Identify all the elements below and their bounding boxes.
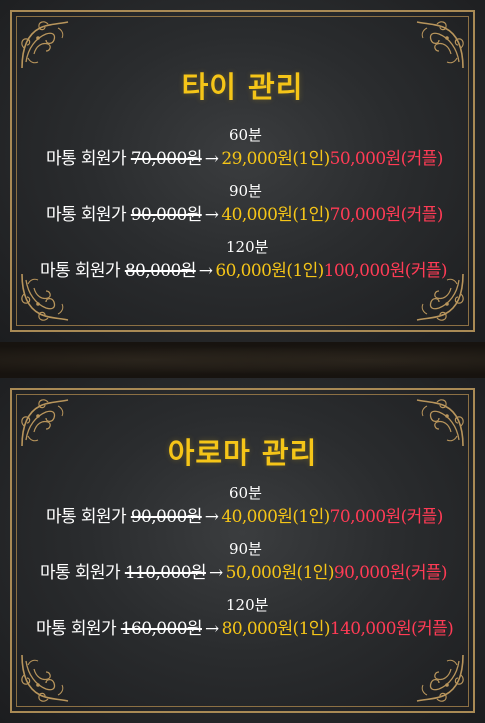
single-price: 29,000원(1인): [221, 149, 330, 169]
arrow-icon: →: [204, 205, 219, 225]
arrow-icon: →: [204, 619, 219, 639]
original-price: 160,000원: [120, 619, 203, 639]
arrow-icon: →: [204, 507, 219, 527]
single-price: 60,000원(1인): [215, 261, 324, 281]
duration-label: 120분: [226, 596, 269, 614]
member-price-label: 마통 회원가: [36, 619, 121, 639]
single-price: 40,000원(1인): [221, 205, 330, 225]
duration-label: 60분: [229, 126, 262, 144]
price-row: 60분 마통 회원가 70,000원 → 29,000원(1인)50,000원(커플…: [0, 124, 485, 174]
couple-price: 100,000원(커플): [323, 261, 448, 281]
member-price-label: 마통 회원가: [40, 563, 125, 583]
single-price: 80,000원(1인): [221, 619, 331, 639]
price-row: 90분 마통 회원가 90,000원 → 40,000원(1인)70,000원(커플…: [0, 180, 485, 230]
duration-label: 90분: [229, 540, 262, 558]
panel-divider: [0, 342, 485, 378]
member-price-label: 마통 회원가: [46, 149, 131, 169]
original-price: 70,000원: [130, 149, 203, 169]
single-price: 40,000원(1인): [221, 507, 330, 527]
price-row: 120분 마통 회원가 80,000원 → 60,000원(1인)100,000원(…: [0, 236, 485, 286]
price-row: 90분 마통 회원가 110,000원 → 50,000원(1인)90,000원(커…: [0, 538, 485, 588]
duration-label: 90분: [229, 182, 262, 200]
arrow-icon: →: [208, 563, 223, 583]
arrow-icon: →: [198, 261, 213, 281]
member-price-label: 마통 회원가: [46, 205, 131, 225]
original-price: 90,000원: [130, 205, 203, 225]
couple-price: 90,000원(커플): [333, 563, 448, 583]
single-price: 50,000원(1인): [225, 563, 335, 583]
corner-ornament-icon: [413, 651, 467, 705]
panel-title: 타이 관리: [181, 70, 304, 104]
thai-massage-panel: 타이 관리 60분 마통 회원가 70,000원 → 29,000원(1인)50,0…: [0, 0, 485, 342]
price-row: 60분 마통 회원가 90,000원 → 40,000원(1인)70,000원(커플…: [0, 482, 485, 532]
arrow-icon: →: [204, 149, 219, 169]
couple-price: 70,000원(커플): [329, 507, 444, 527]
corner-ornament-icon: [18, 651, 72, 705]
duration-label: 60분: [229, 484, 262, 502]
couple-price: 50,000원(커플): [329, 149, 444, 169]
member-price-label: 마통 회원가: [40, 261, 125, 281]
couple-price: 140,000원(커플): [329, 619, 454, 639]
original-price: 80,000원: [124, 261, 197, 281]
duration-label: 120분: [226, 238, 269, 256]
panel-title: 아로마 관리: [167, 436, 318, 470]
couple-price: 70,000원(커플): [329, 205, 444, 225]
aroma-massage-panel: 아로마 관리 60분 마통 회원가 90,000원 → 40,000원(1인)70,…: [0, 378, 485, 723]
original-price: 90,000원: [130, 507, 203, 527]
original-price: 110,000원: [124, 563, 207, 583]
member-price-label: 마통 회원가: [46, 507, 131, 527]
price-row: 120분 마통 회원가 160,000원 → 80,000원(1인)140,000원…: [0, 594, 485, 644]
